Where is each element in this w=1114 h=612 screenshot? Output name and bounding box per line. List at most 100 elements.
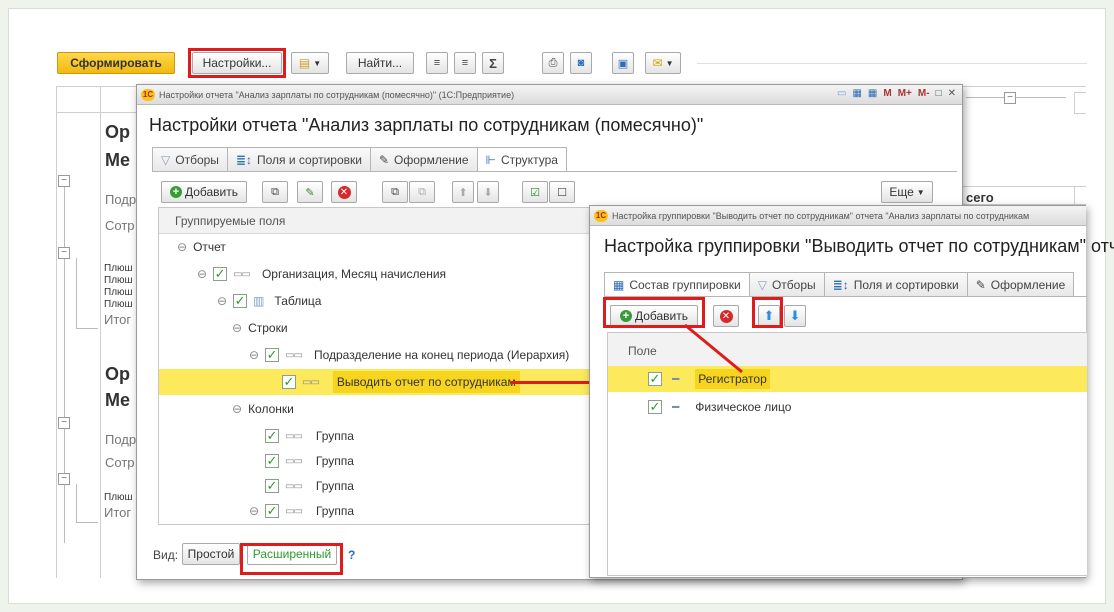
tree-node-group[interactable]: ✓ ▭▭ Группа <box>265 474 354 498</box>
move-up-icon[interactable]: ⬆ <box>758 305 780 327</box>
move-down-icon[interactable]: ⬇ <box>784 305 806 327</box>
more-button[interactable]: Еще ▼ <box>881 181 933 203</box>
add-icon: + <box>619 310 632 322</box>
collapse-icon[interactable]: ⊖ <box>177 240 187 254</box>
tree-node-columns[interactable]: ⊖ Колонки <box>232 397 294 421</box>
checkbox[interactable]: ✓ <box>233 294 248 308</box>
group-add-icon[interactable]: ⧉ <box>262 181 288 203</box>
table-icon: ▦ <box>613 278 625 292</box>
report-grid-line <box>1074 92 1086 114</box>
variant-dropdown-button[interactable]: ▤ ▼ <box>291 52 329 74</box>
print-icon[interactable]: ⎙ <box>542 52 564 74</box>
collapse-icon[interactable]: ⊖ <box>249 348 259 362</box>
calendar-icon[interactable]: ▦ <box>852 88 861 99</box>
tab-label: Оформление <box>394 152 469 167</box>
find-button[interactable]: Найти... <box>346 52 414 74</box>
group-bracket <box>76 484 77 522</box>
window-titlebar-text: Настройка группировки "Выводить отчет по… <box>612 210 1030 221</box>
copy-group-icon[interactable]: ⧉ <box>382 181 408 203</box>
month-label: Ме <box>105 390 131 410</box>
collapse-box-icon[interactable]: − <box>58 247 70 259</box>
checkbox[interactable]: ✓ <box>265 454 279 468</box>
tree-node-group[interactable]: ✓ ▭▭ Группа <box>265 424 354 448</box>
checkbox[interactable]: ✓ <box>265 479 279 493</box>
collapse-groups-icon[interactable]: ≡ <box>454 52 476 74</box>
brush-icon: ✎ <box>378 152 390 167</box>
tree-node-group[interactable]: ✓ ▭▭ Группа <box>265 449 354 473</box>
form-report-button[interactable]: Сформировать <box>57 52 175 74</box>
move-up-icon[interactable]: ⬆ <box>452 181 474 203</box>
collapse-icon[interactable]: ⊖ <box>232 321 242 335</box>
view-simple-button[interactable]: Простой <box>182 543 240 565</box>
memory-plus-button[interactable]: M+ <box>898 88 912 99</box>
uncheck-all-icon[interactable]: ☐ <box>549 181 575 203</box>
tree-label: Группа <box>315 454 354 468</box>
tab-filters[interactable]: ▽ Отборы <box>748 272 825 296</box>
subdivision-label: Подр <box>105 432 137 447</box>
group-bracket <box>76 328 98 329</box>
delete-icon[interactable]: ✕ <box>331 181 357 203</box>
collapse-box-icon[interactable]: − <box>58 417 70 429</box>
save-icon[interactable]: ▣ <box>612 52 634 74</box>
field-row[interactable]: ✓ ━ Физическое лицо <box>648 395 791 419</box>
collapse-icon[interactable]: ⊖ <box>232 402 242 416</box>
checkbox[interactable]: ✓ <box>648 372 662 386</box>
tab-fields-sorting[interactable]: ≣↕ Поля и сортировки <box>823 272 968 296</box>
checkbox[interactable]: ✓ <box>265 348 280 362</box>
tree-node-group[interactable]: ⊖ ✓ ▭▭ Группа <box>249 499 354 523</box>
tab-appearance[interactable]: ✎ Оформление <box>369 147 478 171</box>
callout-line <box>684 323 743 374</box>
help-icon[interactable]: ? <box>348 548 355 562</box>
tree-node-org-month[interactable]: ⊖ ✓ ▭▭ Организация, Месяц начисления <box>197 262 446 286</box>
tab-label: Структура <box>500 153 558 167</box>
org-label: Ор <box>105 364 130 384</box>
checkbox[interactable]: ✓ <box>265 504 280 518</box>
add-button[interactable]: + Добавить <box>161 181 247 203</box>
tree-label: Строки <box>248 321 288 335</box>
tree-node-by-employee[interactable]: ✓ ▭▭ Выводить отчет по сотрудникам <box>282 370 520 394</box>
tree-node-subdivision[interactable]: ⊖ ✓ ▭▭ Подразделение на конец периода (Иера… <box>249 343 569 367</box>
collapse-box-icon[interactable]: − <box>58 175 70 187</box>
chevron-down-icon: ▼ <box>916 187 925 197</box>
tab-grouping-composition[interactable]: ▦ Состав группировки <box>604 272 750 297</box>
checkbox[interactable]: ✓ <box>282 375 296 389</box>
tab-label: Состав группировки <box>629 278 741 292</box>
tree-node-rows[interactable]: ⊖ Строки <box>232 316 288 340</box>
total-label: Итог <box>104 312 132 327</box>
delete-icon-glyph: ✕ <box>337 185 351 199</box>
tree-node-report[interactable]: ⊖ Отчет <box>177 235 226 259</box>
calculator-icon[interactable]: ▦ <box>868 88 877 99</box>
window-title: Настройки отчета "Анализ зарплаты по сот… <box>149 115 704 135</box>
collapse-icon[interactable]: ⊖ <box>197 267 207 281</box>
memory-button[interactable]: M <box>883 88 891 99</box>
ungroup-icon[interactable]: ⧉ <box>409 181 435 203</box>
close-icon[interactable]: ✕ <box>948 88 956 99</box>
expand-groups-icon[interactable]: ≡ <box>426 52 448 74</box>
edit-icon[interactable]: ✎ <box>297 181 323 203</box>
sum-icon[interactable]: Σ <box>482 52 504 74</box>
tree-label: Организация, Месяц начисления <box>261 267 447 281</box>
tree-node-table[interactable]: ⊖ ✓ ▥ Таблица <box>217 289 321 313</box>
email-dropdown-button[interactable]: ✉ ▼ <box>645 52 681 74</box>
settings-button[interactable]: Настройки... <box>192 52 282 74</box>
move-down-icon[interactable]: ⬇ <box>477 181 499 203</box>
memory-minus-button[interactable]: M- <box>918 88 930 99</box>
tab-appearance[interactable]: ✎ Оформление <box>966 272 1075 296</box>
tab-fields-sorting[interactable]: ≣↕ Поля и сортировки <box>226 147 371 171</box>
tab-filters[interactable]: ▽ Отборы <box>152 147 228 171</box>
checkbox[interactable]: ✓ <box>648 400 662 414</box>
link-icon[interactable]: ▭ <box>837 88 846 99</box>
collapse-icon[interactable]: ⊖ <box>249 504 259 518</box>
tab-structure[interactable]: ⊩ Структура <box>476 147 567 172</box>
check-all-icon[interactable]: ☑ <box>522 181 548 203</box>
add-icon: + <box>169 186 182 198</box>
collapse-box-icon[interactable]: − <box>58 473 70 485</box>
view-advanced-button[interactable]: Расширенный <box>247 543 337 565</box>
collapse-icon[interactable]: ⊖ <box>217 294 227 308</box>
preview-icon[interactable]: ◙ <box>570 52 592 74</box>
checkbox[interactable]: ✓ <box>213 267 228 281</box>
checkbox[interactable]: ✓ <box>265 429 279 443</box>
employee-label: Сотр <box>105 218 135 233</box>
maximize-icon[interactable]: □ <box>936 88 942 99</box>
collapse-box-icon[interactable]: − <box>1004 92 1016 104</box>
